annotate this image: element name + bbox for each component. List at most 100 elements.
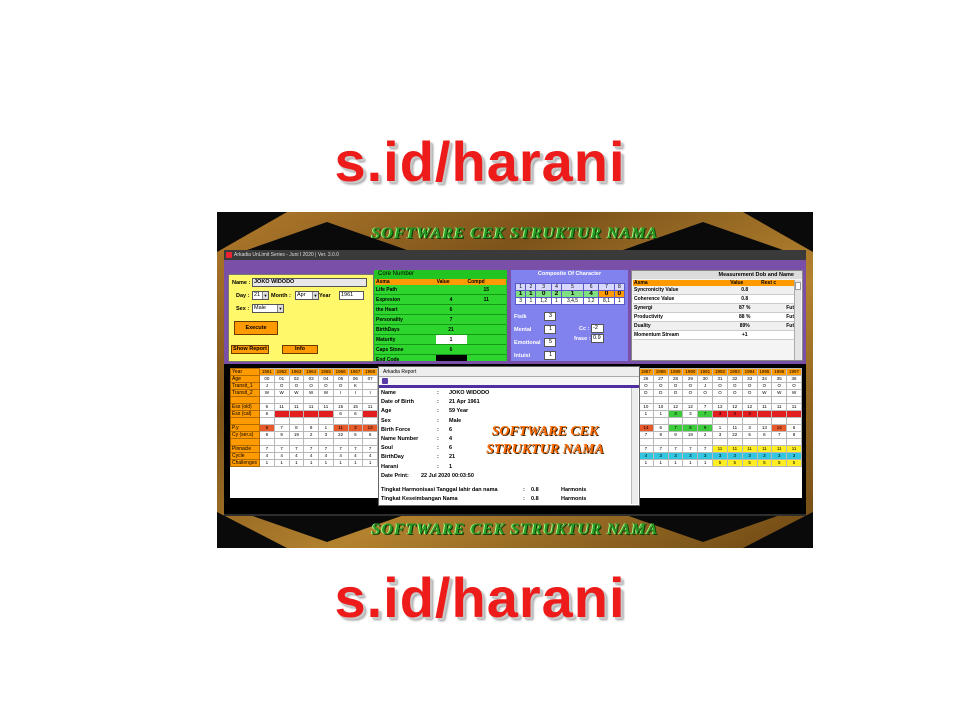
sex-label: Sex : — [236, 306, 250, 312]
core-value — [435, 354, 467, 361]
info-button[interactable]: Info — [282, 345, 318, 354]
name-label: Name : — [232, 280, 251, 286]
grid-cell: 14 — [638, 424, 654, 432]
measure-rest: Fut — [760, 321, 795, 331]
core-compd — [466, 314, 506, 325]
core-compd: 15 — [466, 285, 506, 295]
year-grid-row: 43333333333 — [638, 452, 802, 460]
composite-value: 1 — [514, 290, 527, 298]
show-report-button[interactable]: Show Report — [231, 345, 269, 354]
grid-cell: 06 — [347, 375, 364, 383]
name-input[interactable]: JOKO WIDODO — [252, 278, 367, 287]
frase-value: 0.9 — [591, 334, 604, 343]
grid-cell: 11 — [741, 445, 758, 453]
grid-cell: 9 — [273, 431, 290, 439]
grid-cell: 3 — [712, 410, 728, 418]
report-row-label: BirthDay — [381, 454, 404, 461]
grid-cell: 4 — [288, 452, 305, 460]
report-scrollbar[interactable] — [631, 388, 638, 504]
year-grid-row: 11337333 — [638, 410, 802, 418]
execute-button[interactable]: Execute — [234, 321, 278, 335]
grid-cell: 11 — [786, 445, 802, 453]
grid-cell: 31 — [712, 375, 728, 383]
grid-cell: 1 — [318, 459, 334, 467]
grid-cell: 6 — [332, 410, 349, 418]
core-number-title: Core Number — [374, 270, 507, 278]
report-row-colon: : — [437, 436, 439, 442]
grid-cell — [318, 438, 334, 446]
core-compd — [466, 304, 506, 315]
grid-cell: 5 — [347, 431, 364, 439]
emotional-value: 5 — [544, 338, 556, 347]
core-asma: the Heart — [375, 304, 436, 315]
grid-cell: 5 — [741, 431, 758, 439]
report-row: Soul: 6 — [381, 445, 452, 451]
grid-cell — [726, 396, 743, 404]
row-label: Cy (ser.s) — [230, 431, 260, 439]
day-select[interactable]: 21 ▼ — [252, 291, 269, 300]
grid-cell: 7 — [667, 424, 684, 432]
harmony-status: Harmonis — [561, 487, 587, 493]
grid-cell: 8 — [786, 431, 802, 439]
composite-sub-row: 3 1 1,2 1 3,4,5 1,2 8,1 1 — [514, 297, 626, 305]
year-grid-row — [230, 396, 378, 404]
measure-rest — [760, 330, 795, 340]
grid-cell: D — [652, 389, 669, 397]
grid-cell: O — [682, 389, 699, 397]
grid-cell — [697, 438, 714, 446]
measure-value: 88 % — [729, 312, 761, 322]
grid-cell: 11 — [332, 424, 349, 432]
grid-cell: 3 — [697, 452, 714, 460]
grid-cell: 4 — [638, 452, 654, 460]
grid-cell: 1964 — [303, 368, 319, 376]
fisik-label: Fisik — [514, 314, 527, 320]
grid-cell: O — [318, 382, 334, 390]
core-value: 1 — [435, 334, 467, 345]
grid-cell: O — [697, 389, 714, 397]
banner-title-top: SOFTWARE CEK STRUKTUR NAMA — [371, 225, 659, 242]
grid-cell: 1963 — [288, 368, 305, 376]
grid-cell: 7 — [303, 445, 319, 453]
grid-cell — [756, 417, 773, 425]
report-row-colon: : — [437, 426, 439, 433]
grid-cell: 3 — [652, 452, 669, 460]
grid-cell: 22 — [332, 431, 349, 439]
report-row: Sex: Male — [381, 418, 461, 424]
grid-cell: O — [712, 389, 728, 397]
grid-cell: W — [259, 389, 275, 397]
grid-cell — [652, 417, 669, 425]
grid-cell: 4 — [362, 452, 378, 460]
report-row-value: 6 — [449, 426, 453, 433]
grid-cell: W — [303, 389, 319, 397]
grid-cell — [786, 410, 802, 418]
sex-select[interactable]: Male ▼ — [252, 304, 284, 313]
grid-cell — [786, 438, 802, 446]
measure-rest — [760, 286, 795, 295]
measure-value: 87 % — [729, 303, 761, 313]
grid-cell: 11 — [771, 445, 788, 453]
month-select[interactable]: Apr ▼ — [295, 291, 319, 300]
grid-cell: 1 — [682, 459, 699, 467]
frase-label: frase : — [574, 336, 591, 342]
report-row: Name: JOKO WIDODO — [381, 390, 489, 396]
grid-cell: 32 — [726, 375, 743, 383]
year-input[interactable]: 1961 — [339, 291, 364, 300]
grid-cell: 3 — [712, 431, 728, 439]
grid-cell: 1 — [362, 459, 378, 467]
grid-cell: 11 — [786, 403, 802, 411]
grid-cell — [288, 438, 305, 446]
grid-cell: 7 — [259, 445, 275, 453]
year-grid-row — [230, 417, 378, 425]
grid-cell: 11 — [303, 403, 319, 411]
report-row: Date of Birth: 21 Apr 1961 — [381, 399, 480, 405]
grid-cell: 1990 — [682, 368, 699, 376]
measurement-scrollbar[interactable] — [794, 280, 801, 360]
app-logo-icon — [226, 252, 232, 258]
grid-cell: 1991 — [697, 368, 714, 376]
scrollbar-thumb[interactable] — [795, 282, 801, 290]
grid-cell: 3 — [741, 452, 758, 460]
report-row-colon: : — [437, 399, 439, 406]
grid-cell: 11 — [288, 403, 305, 411]
grid-cell: 4 — [303, 452, 319, 460]
grid-cell: O — [652, 382, 669, 390]
